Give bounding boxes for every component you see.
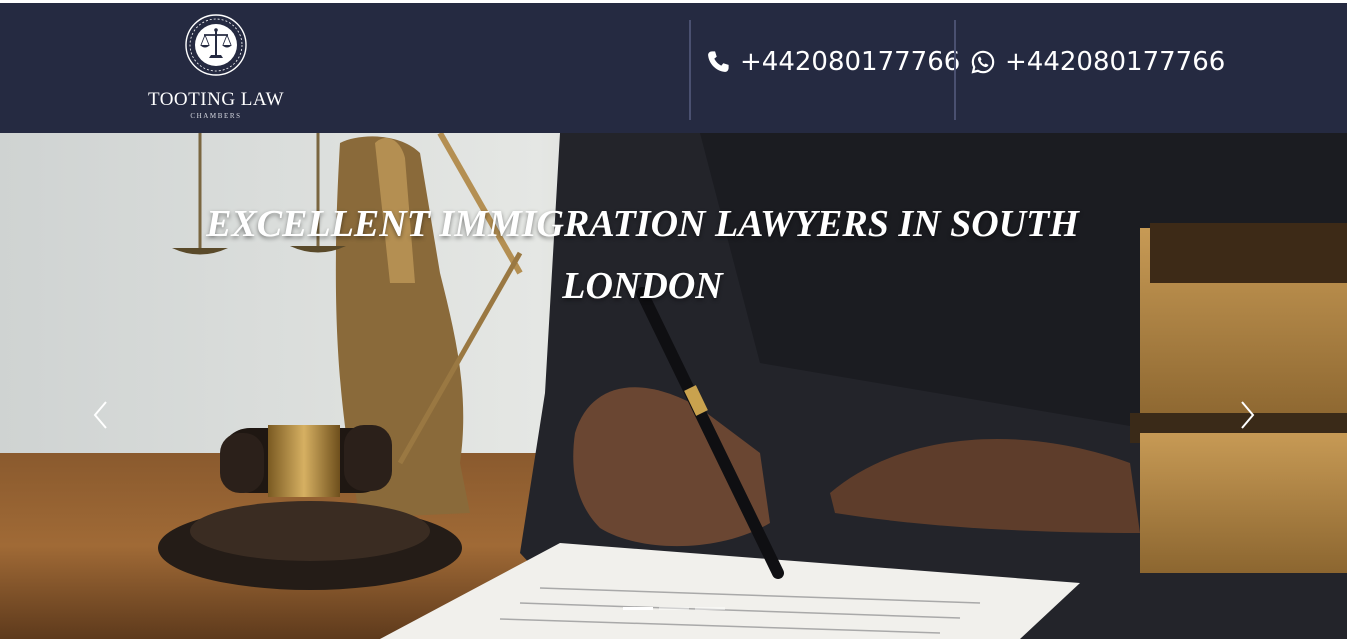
phone-icon bbox=[708, 51, 729, 72]
carousel-indicator[interactable] bbox=[694, 607, 725, 610]
chevron-left-icon[interactable] bbox=[86, 398, 116, 432]
carousel-indicator[interactable] bbox=[622, 607, 653, 610]
contact-divider bbox=[954, 20, 956, 120]
hero-carousel: EXCELLENT IMMIGRATION LAWYERS IN SOUTH L… bbox=[0, 133, 1347, 639]
whatsapp-link[interactable]: +442080177766 bbox=[970, 42, 1225, 82]
carousel-indicator[interactable] bbox=[658, 607, 689, 610]
site-logo[interactable]: TOOTING LAW CHAMBERS bbox=[140, 13, 292, 120]
carousel-indicators bbox=[0, 607, 1347, 610]
chevron-right-icon[interactable] bbox=[1232, 398, 1262, 432]
phone-number: +442080177766 bbox=[740, 47, 961, 77]
whatsapp-icon bbox=[971, 50, 995, 74]
contact-divider bbox=[689, 20, 691, 120]
phone-link[interactable]: +442080177766 bbox=[705, 42, 960, 82]
hero-title: EXCELLENT IMMIGRATION LAWYERS IN SOUTH L… bbox=[206, 203, 1079, 307]
logo-name: TOOTING LAW bbox=[147, 89, 285, 110]
scales-emblem-icon bbox=[185, 14, 247, 76]
site-header: TOOTING LAW CHAMBERS +442080177766 +4420… bbox=[0, 3, 1347, 133]
logo-subtitle: CHAMBERS bbox=[190, 112, 242, 120]
whatsapp-number: +442080177766 bbox=[1005, 47, 1226, 77]
